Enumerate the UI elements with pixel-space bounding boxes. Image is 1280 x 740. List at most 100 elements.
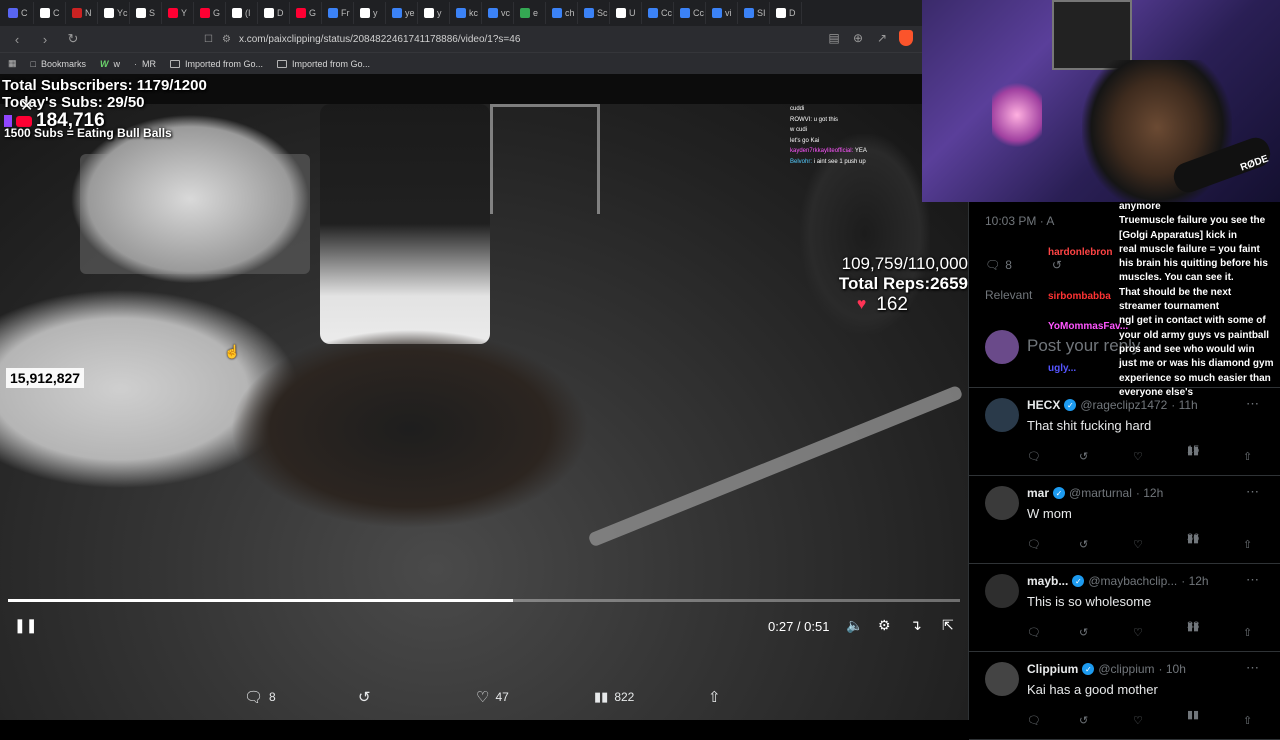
tab-label: ye (405, 8, 415, 18)
tab-label: y (373, 8, 378, 18)
browser-tab[interactable]: ye (388, 2, 418, 24)
browser-tab[interactable]: C (36, 2, 66, 24)
browser-tab[interactable]: vc (484, 2, 514, 24)
more-options-icon[interactable]: ⋯ (1246, 660, 1259, 676)
site-info-icon[interactable]: ⚙ (222, 34, 231, 45)
share-icon[interactable]: ⇧ (1243, 626, 1252, 639)
bookmark-mr[interactable]: · MR (134, 59, 156, 69)
browser-tab[interactable]: D (772, 2, 802, 24)
reply-item[interactable]: mar ✓ @marturnal · 12h ⋯ W mom 🗨 ↺ ♡ ▮▮ 3… (969, 476, 1280, 564)
share-icon[interactable]: ⇧ (1243, 538, 1252, 551)
browser-tab[interactable]: SI (740, 2, 770, 24)
chat-message-line: anymore (1119, 201, 1161, 212)
heart-icon[interactable]: ♡ (1133, 538, 1143, 551)
share-icon[interactable]: ⇧ (1243, 450, 1252, 463)
avatar[interactable] (985, 662, 1019, 696)
x-tab-icon (776, 8, 786, 18)
reply-icon[interactable]: 🗨 (1027, 538, 1041, 551)
browser-tab[interactable]: e (516, 2, 546, 24)
reply-author-handle[interactable]: @marturnal (1069, 486, 1132, 500)
browser-tab[interactable]: y (420, 2, 450, 24)
browser-tab[interactable]: Yc (100, 2, 130, 24)
more-options-icon[interactable]: ⋯ (1246, 572, 1259, 588)
reply-views: 38 (1187, 620, 1200, 632)
pip-icon[interactable]: ↴ (910, 617, 922, 634)
browser-tab-strip: C C N Yc S Y G (I D G Fr y ye y kc vc e ch Sc U Cc Cc vi SI D (0, 0, 922, 26)
reply-icon[interactable]: 🗨 (1027, 714, 1041, 727)
volume-icon[interactable]: 🔈 (846, 617, 863, 634)
fullscreen-icon[interactable]: ⇱ (942, 617, 954, 634)
heart-rate-icon: ♥ (856, 296, 867, 313)
reply-item[interactable]: mayb... ✓ @maybachclip... · 12h ⋯ This i… (969, 564, 1280, 652)
reply-icon[interactable]: 🗨 (1027, 626, 1041, 639)
like-button[interactable]: ♡ 47 (476, 688, 509, 706)
avatar[interactable] (985, 486, 1019, 520)
reload-icon[interactable]: ↻ (64, 30, 82, 48)
more-options-icon[interactable]: ⋯ (1246, 484, 1259, 500)
avatar[interactable] (985, 574, 1019, 608)
browser-tab[interactable]: G (292, 2, 322, 24)
reply-author-handle[interactable]: @clippium (1098, 662, 1154, 676)
zoom-icon[interactable]: ⊕ (850, 29, 866, 47)
forward-arrow-icon[interactable]: › (36, 30, 54, 48)
bookmark-imported-1[interactable]: Imported from Go... (169, 59, 263, 69)
reply-count[interactable]: 🗨 8 (985, 258, 1012, 272)
share-icon[interactable]: ↗ (874, 29, 890, 47)
browser-tab[interactable]: S (132, 2, 162, 24)
browser-tab[interactable]: G (196, 2, 226, 24)
browser-tab[interactable]: vi (708, 2, 738, 24)
reply-item[interactable]: HECX ✓ @rageclipz1472 · 11h ⋯ That shit … (969, 388, 1280, 476)
browser-tab[interactable]: D (260, 2, 290, 24)
views-button[interactable]: ▮▮ 822 (594, 689, 634, 705)
url-text[interactable]: x.com/paixclipping/status/20848224617411… (239, 34, 520, 45)
bookmark-imported-2[interactable]: Imported from Go... (277, 59, 370, 69)
browser-tab[interactable]: ch (548, 2, 578, 24)
close-icon[interactable]: ✕ (20, 96, 33, 116)
browser-tab[interactable]: C (4, 2, 34, 24)
apps-grid-icon[interactable]: ▦ (8, 58, 17, 69)
brave-shield-icon[interactable] (898, 29, 914, 47)
repost-icon[interactable]: ↺ (1079, 714, 1088, 727)
browser-tab[interactable]: U (612, 2, 642, 24)
reply-button[interactable]: 🗨 8 (244, 688, 276, 706)
avatar[interactable] (985, 398, 1019, 432)
repost-button[interactable]: ↺ (358, 688, 377, 706)
back-arrow-icon[interactable]: ‹ (8, 30, 26, 48)
browser-tab[interactable]: Sc (580, 2, 610, 24)
browser-tab[interactable]: y (356, 2, 386, 24)
stream-chat-user: Belvohr: (790, 158, 814, 165)
reply-author-name[interactable]: mar (1027, 486, 1049, 500)
browser-tab[interactable]: Y (164, 2, 194, 24)
heart-icon[interactable]: ♡ (1133, 714, 1143, 727)
bookmark-bookmarks[interactable]: □ Bookmarks (31, 59, 86, 69)
video-progress-bar[interactable] (8, 599, 960, 602)
reply-item[interactable]: Clippium ✓ @clippium · 10h ⋯ Kai has a g… (969, 652, 1280, 740)
heart-icon[interactable]: ♡ (1133, 626, 1143, 639)
bookmark-w[interactable]: Ww (100, 59, 120, 69)
repost-icon[interactable]: ↺ (1079, 538, 1088, 551)
pause-icon[interactable]: ❚❚ (14, 617, 37, 634)
browser-tab[interactable]: Cc (676, 2, 706, 24)
bookmark-star-icon[interactable]: ☐ (204, 34, 213, 45)
address-bar[interactable]: ☐ ⚙ x.com/paixclipping/status/2084822461… (204, 29, 822, 49)
tab-search-icon[interactable]: ▤ (826, 29, 842, 47)
browser-tab[interactable]: N (68, 2, 98, 24)
browser-tab[interactable]: Fr (324, 2, 354, 24)
repost-icon[interactable]: ↺ (1079, 450, 1088, 463)
stream-chat-line: cuddi (790, 104, 930, 115)
reply-author-name[interactable]: Clippium (1027, 662, 1078, 676)
browser-tab[interactable]: kc (452, 2, 482, 24)
video-player[interactable]: Total Subscribers: 1179/1200 Today's Sub… (0, 74, 968, 720)
settings-gear-icon[interactable]: ⚙ (878, 617, 891, 634)
share-button[interactable]: ⇧ (708, 688, 721, 706)
reply-author-handle[interactable]: @maybachclip... (1088, 574, 1177, 588)
share-icon[interactable]: ⇧ (1243, 714, 1252, 727)
reps-overlay: 109,759/110,000 Total Reps:2659 ♥ 162 (796, 254, 968, 316)
heart-icon[interactable]: ♡ (1133, 450, 1143, 463)
reply-icon[interactable]: 🗨 (1027, 450, 1041, 463)
reply-author-name[interactable]: mayb... (1027, 574, 1068, 588)
repost-icon[interactable]: ↺ (1079, 626, 1088, 639)
browser-tab[interactable]: (I (228, 2, 258, 24)
browser-tab[interactable]: Cc (644, 2, 674, 24)
bookmarks-bar: ▦ □ Bookmarks Ww · MR Imported from Go... … (0, 52, 922, 74)
